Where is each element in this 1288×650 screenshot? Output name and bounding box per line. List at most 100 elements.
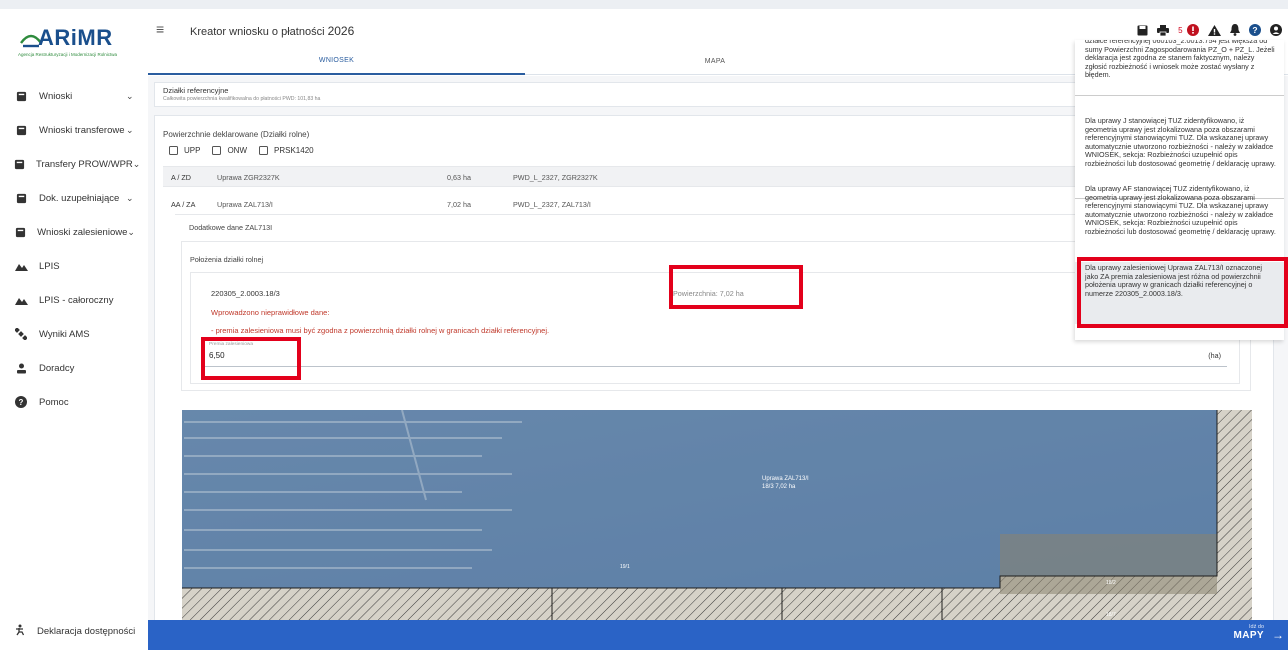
error-icon <box>1187 24 1199 36</box>
highlight-box <box>201 337 301 380</box>
checkbox-prsk1420[interactable]: PRSK1420 <box>259 146 314 155</box>
filter-checkboxes: UPP ONW PRSK1420 <box>169 146 314 155</box>
checkbox-label: UPP <box>184 146 201 155</box>
error-message: - premia zalesieniowa musi być zgodna z … <box>211 326 550 335</box>
checkbox-onw[interactable]: ONW <box>212 146 247 155</box>
go-to-big-label: MAPY <box>1233 630 1264 641</box>
arrow-right-icon[interactable]: → <box>1272 628 1284 642</box>
checkbox-box[interactable] <box>259 146 269 155</box>
sidebar-nav: Wnioski ⌄ Wnioski transferowe ⌄ Transfer… <box>0 79 148 419</box>
sidebar-item-wnioski-transferowe[interactable]: Wnioski transferowe ⌄ <box>0 113 148 147</box>
sidebar-item-label: Wyniki AMS <box>39 328 90 340</box>
premia-zalesieniowa-field[interactable]: Premia zalesieniowa 6,50 (ha) <box>205 339 1227 367</box>
sidebar-item-label: LPIS - całoroczny <box>39 294 114 306</box>
notification-item[interactable]: Dla uprawy AF stanowiącej TUZ zidentyfik… <box>1075 184 1284 265</box>
person-icon <box>14 361 28 375</box>
sidebar-item-label: LPIS <box>39 260 60 272</box>
bell-icon[interactable] <box>1230 24 1240 36</box>
sidebar-item-dok-uzupelniajace[interactable]: Dok. uzupełniające ⌄ <box>0 181 148 215</box>
logo[interactable]: ARiMR Agencja Restrukturyzacji i Moderni… <box>18 25 138 63</box>
header-icons: 5 ? <box>1137 21 1282 39</box>
dzialki-subtitle: Całkowita powierzchnia kwalifikowalna do… <box>163 96 321 102</box>
menu-icon[interactable]: ≡ <box>156 21 164 37</box>
folder-icon <box>14 89 28 103</box>
polozenia-title: Położenia działki rolnej <box>190 255 264 264</box>
account-icon[interactable] <box>1270 24 1282 36</box>
row-code: AA / ZA <box>171 200 196 209</box>
sidebar-item-label: Wnioski transferowe <box>39 124 125 136</box>
checkbox-label: PRSK1420 <box>274 146 314 155</box>
warning-icon[interactable] <box>1208 24 1221 36</box>
dzialki-title: Działki referencyjne <box>163 86 229 95</box>
error-title: Wprowadzono nieprawidłowe dane: <box>211 308 330 317</box>
map-canvas[interactable]: Uprawa ZAL713/I 18/3 7,02 ha 19/1 18/2 1… <box>182 410 1252 620</box>
bottom-bar: Idź do MAPY → <box>148 620 1288 650</box>
sidebar-item-label: Transfery PROW/WPR <box>36 158 133 170</box>
svg-text:?: ? <box>19 398 24 407</box>
checkbox-box[interactable] <box>212 146 222 155</box>
chevron-down-icon: ⌄ <box>126 192 134 203</box>
save-icon[interactable] <box>1137 25 1148 36</box>
page-title-text: Kreator wniosku o płatności <box>190 26 325 38</box>
sidebar-item-wnioski-zalesieniowe[interactable]: Wnioski zalesieniowe ⌄ <box>0 215 148 249</box>
sidebar-item-pomoc[interactable]: ? Pomoc <box>0 385 148 419</box>
highlight-box <box>1077 257 1288 328</box>
accessibility-icon <box>14 624 26 639</box>
notification-text: Dla uprawy AF stanowiącej TUZ zidentyfik… <box>1085 184 1276 236</box>
folder-icon <box>14 225 26 239</box>
row-ref: PWD_L_2327, ZAL713/I <box>513 200 591 209</box>
sidebar-item-lpis[interactable]: LPIS <box>0 249 148 283</box>
map-label: 19/1 <box>620 564 630 570</box>
sidebar-item-doradcy[interactable]: Doradcy <box>0 351 148 385</box>
row-area: 7,02 ha <box>447 200 471 209</box>
checkbox-upp[interactable]: UPP <box>169 146 200 155</box>
folder-icon <box>14 191 28 205</box>
page-title: Kreator wniosku o płatności 2026 <box>190 24 354 38</box>
chevron-down-icon: ⌄ <box>132 158 141 169</box>
sidebar-item-label: Wnioski zalesieniowe <box>37 226 128 238</box>
sidebar-item-lpis-caloroczny[interactable]: LPIS - całoroczny <box>0 283 148 317</box>
accessibility-link[interactable]: Deklaracja dostępności <box>14 624 135 639</box>
dodatkowe-dane-title: Dodatkowe dane ZAL713I <box>189 223 273 232</box>
terrain-icon <box>14 293 28 307</box>
row-crop: Uprawa ZAL713/I <box>217 200 273 209</box>
row-code: A / ZD <box>171 173 191 182</box>
notification-text: działce referencyjnej 060103_2.0013.754 … <box>1085 40 1275 79</box>
sidebar: ARiMR Agencja Restrukturyzacji i Moderni… <box>0 9 148 650</box>
map-preview[interactable]: Uprawa ZAL713/I 18/3 7,02 ha 19/1 18/2 1… <box>182 410 1252 620</box>
map-label: 18/7 <box>1106 612 1116 618</box>
map-label: 18/2 <box>1106 580 1116 586</box>
terrain-icon <box>14 259 28 273</box>
folder-icon <box>14 123 28 137</box>
tab-wniosek[interactable]: WNIOSEK <box>148 47 525 75</box>
sidebar-item-transfery[interactable]: Transfery PROW/WPR ⌄ <box>0 147 148 181</box>
app: ARiMR Agencja Restrukturyzacji i Moderni… <box>0 0 1288 650</box>
go-to-small-label: Idź do <box>1249 624 1264 630</box>
chevron-down-icon: ⌄ <box>127 226 135 237</box>
accessibility-label: Deklaracja dostępności <box>37 626 136 637</box>
sidebar-item-label: Doradcy <box>39 362 75 374</box>
sidebar-item-wnioski[interactable]: Wnioski ⌄ <box>0 79 148 113</box>
checkbox-box[interactable] <box>169 146 178 155</box>
error-count[interactable]: 5 <box>1178 21 1199 39</box>
row-area: 0,63 ha <box>447 173 471 182</box>
row-ref: PWD_L_2327, ZGR2327K <box>513 173 598 182</box>
checkbox-label: ONW <box>227 146 248 155</box>
print-icon[interactable] <box>1157 24 1170 36</box>
map-parcel-label: Uprawa ZAL713/I <box>762 476 809 482</box>
sidebar-item-label: Dok. uzupełniające <box>39 192 120 204</box>
chevron-down-icon: ⌄ <box>126 90 134 101</box>
logo-subtitle: Agencja Restrukturyzacji i Modernizacji … <box>18 52 118 57</box>
help-icon[interactable]: ? <box>1249 24 1261 36</box>
row-crop: Uprawa ZGR2327K <box>217 173 280 182</box>
folder-icon <box>14 157 25 171</box>
highlight-box <box>669 265 803 309</box>
sidebar-item-wyniki-ams[interactable]: Wyniki AMS <box>0 317 148 351</box>
tab-mapa[interactable]: MAPA <box>525 47 905 75</box>
notification-count: 5 <box>1178 25 1183 35</box>
chevron-down-icon: ⌄ <box>126 124 134 135</box>
notification-item[interactable]: działce referencyjnej 060103_2.0013.754 … <box>1075 40 1284 96</box>
go-to-map-button[interactable]: Idź do MAPY <box>1234 624 1265 641</box>
map-parcel-sub: 18/3 7,02 ha <box>762 484 796 490</box>
help-icon: ? <box>14 395 28 409</box>
